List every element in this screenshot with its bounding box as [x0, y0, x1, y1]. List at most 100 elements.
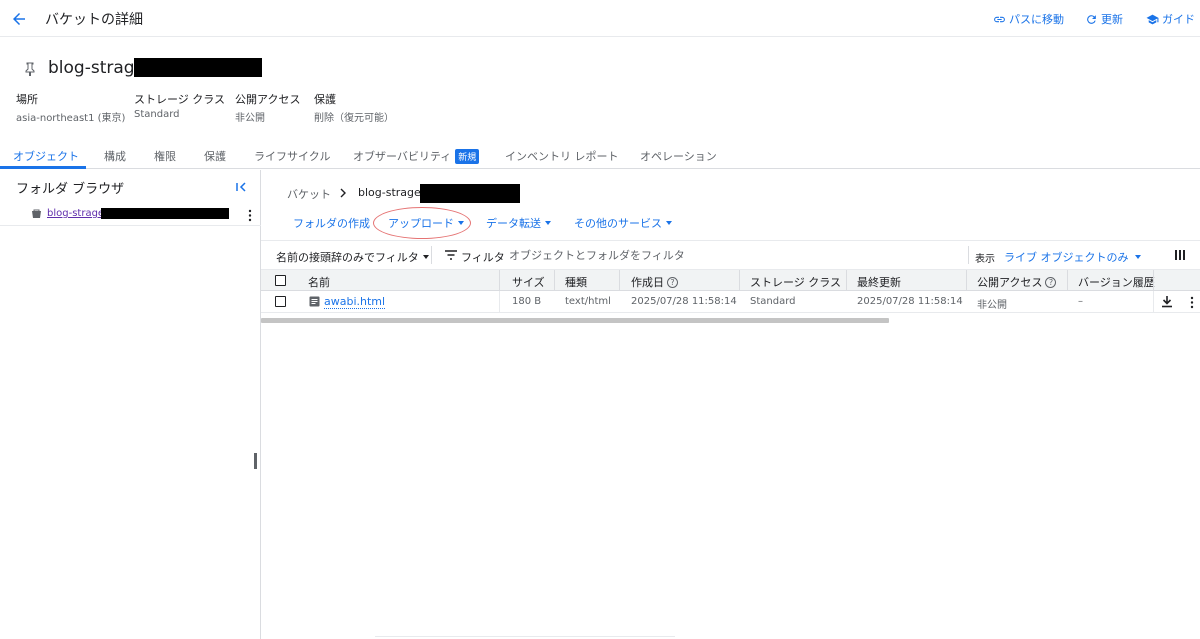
pane-resize-handle[interactable]: [254, 453, 257, 469]
upload-label: アップロード: [388, 217, 454, 230]
tab-operations[interactable]: オペレーション: [640, 148, 717, 164]
file-icon: [309, 296, 320, 307]
folder-browser-pane: [0, 170, 261, 639]
meta-public-access-label: 公開アクセス: [235, 93, 301, 106]
breadcrumb-current: blog-strage-: [358, 186, 425, 199]
tab-permissions[interactable]: 権限: [154, 148, 176, 164]
download-icon[interactable]: [1161, 295, 1173, 308]
column-separator: [966, 270, 967, 291]
upload-button[interactable]: アップロード: [388, 215, 464, 231]
divider: [431, 246, 432, 264]
tab-config[interactable]: 構成: [104, 148, 126, 164]
column-size[interactable]: サイズ: [512, 274, 545, 290]
caret-down-icon: [458, 221, 464, 225]
meta-protection-value: 削除（復元可能）: [314, 113, 394, 124]
redacted-block: [420, 184, 520, 203]
filter-icon: [445, 250, 457, 260]
back-arrow-icon[interactable]: [10, 10, 28, 28]
tab-inventory-report[interactable]: インベントリ レポート: [505, 148, 619, 164]
data-transfer-button[interactable]: データ転送: [486, 215, 551, 231]
tab-objects[interactable]: オブジェクト: [13, 148, 79, 164]
meta-storage-class-value: Standard: [134, 109, 180, 120]
cell-type: text/html: [565, 296, 611, 307]
caret-down-icon: [545, 221, 551, 225]
column-type[interactable]: 種類: [565, 274, 587, 290]
checkbox: [275, 296, 286, 307]
chevron-right-icon: [339, 187, 347, 199]
cell-created: 2025/07/28 11:58:14: [631, 296, 737, 307]
view-label: 表示: [975, 254, 995, 265]
select-all-checkbox[interactable]: [275, 275, 286, 286]
help-icon[interactable]: ?: [667, 276, 678, 288]
breadcrumb-bucket-link[interactable]: バケット: [287, 186, 331, 202]
caret-down-icon: [666, 221, 672, 225]
meta-storage-class-label: ストレージ クラス: [134, 93, 226, 106]
column-version-history[interactable]: バージョン履歴: [1078, 274, 1155, 290]
filter-label: フィルタ: [461, 251, 505, 264]
column-separator: [499, 270, 500, 291]
column-separator: [739, 270, 740, 291]
column-updated[interactable]: 最終更新: [857, 274, 901, 290]
tab-observability[interactable]: オブザーバビリティ 新規: [353, 148, 480, 164]
row-checkbox[interactable]: [275, 296, 286, 307]
tab-observability-label: オブザーバビリティ: [353, 150, 452, 163]
goto-path-label: パスに移動: [1009, 13, 1064, 26]
goto-path-button[interactable]: パスに移動: [993, 11, 1064, 27]
filter-input[interactable]: [509, 246, 949, 264]
link-icon: [994, 16, 1005, 22]
collapse-panel-icon[interactable]: [234, 180, 248, 194]
column-public-access-label: 公開アクセス: [977, 276, 1043, 289]
cell-size: 180 B: [512, 296, 542, 307]
column-storage-class[interactable]: ストレージ クラス: [750, 274, 841, 290]
help-icon[interactable]: ?: [1045, 276, 1057, 288]
guide-label: ガイド: [1162, 13, 1195, 26]
column-name[interactable]: 名前: [308, 274, 330, 290]
prefix-filter-dropdown[interactable]: 名前の接頭辞のみでフィルタ: [276, 249, 429, 265]
table-header: 名前 サイズ 種類 作成日? ストレージ クラス 最終更新 公開アクセス? バー…: [261, 270, 1200, 291]
divider: [968, 246, 969, 264]
folder-browser-title: フォルダ ブラウザ: [16, 182, 125, 197]
refresh-icon: [1087, 14, 1096, 24]
view-mode-dropdown[interactable]: ライブ オブジェクトのみ: [1004, 249, 1141, 265]
meta-location-label: 場所: [16, 93, 38, 106]
more-vert-icon[interactable]: [247, 209, 253, 222]
column-created[interactable]: 作成日?: [631, 274, 678, 290]
prefix-filter-label: 名前の接頭辞のみでフィルタ: [276, 251, 419, 264]
column-separator: [1153, 270, 1154, 291]
column-created-label: 作成日: [631, 276, 664, 289]
caret-down-icon: [1134, 255, 1141, 259]
guide-button[interactable]: ガイド: [1146, 11, 1195, 27]
divider: [375, 636, 675, 637]
new-badge: 新規: [455, 149, 480, 164]
tab-lifecycle[interactable]: ライフサイクル: [254, 148, 330, 164]
cell-updated: 2025/07/28 11:58:14: [857, 296, 963, 307]
cell-public-access: 非公開: [977, 300, 1007, 311]
column-public-access[interactable]: 公開アクセス?: [977, 274, 1057, 290]
column-separator: [619, 270, 620, 291]
column-separator: [846, 270, 847, 291]
checkbox: [275, 275, 286, 286]
table-row[interactable]: awabi.html 180 B text/html 2025/07/28 11…: [261, 291, 1200, 313]
data-transfer-label: データ転送: [486, 217, 541, 230]
other-services-button[interactable]: その他のサービス: [574, 215, 672, 231]
tab-protection[interactable]: 保護: [204, 148, 226, 164]
horizontal-scrollbar[interactable]: [261, 318, 889, 323]
create-folder-label: フォルダの作成: [293, 217, 370, 230]
column-display-icon[interactable]: [1175, 250, 1185, 260]
school-icon: [1146, 14, 1159, 24]
caret-down-icon: [422, 255, 429, 259]
create-folder-button[interactable]: フォルダの作成: [293, 215, 370, 231]
file-name-link[interactable]: awabi.html: [324, 295, 386, 309]
cell-storage-class: Standard: [750, 296, 796, 307]
column-separator: [499, 291, 500, 313]
redacted-block: [134, 58, 262, 77]
more-vert-icon[interactable]: [1189, 296, 1195, 309]
refresh-button[interactable]: 更新: [1085, 11, 1123, 27]
bucket-name: blog-strage: [48, 58, 146, 78]
meta-public-access-value: 非公開: [235, 113, 265, 124]
meta-location-value: asia-northeast1 (東京): [16, 113, 126, 124]
pin-icon[interactable]: [24, 62, 36, 76]
column-separator: [1153, 291, 1154, 313]
view-mode-value: ライブ オブジェクトのみ: [1004, 251, 1129, 264]
folder-tree-item-label[interactable]: blog-strage-: [47, 208, 108, 219]
